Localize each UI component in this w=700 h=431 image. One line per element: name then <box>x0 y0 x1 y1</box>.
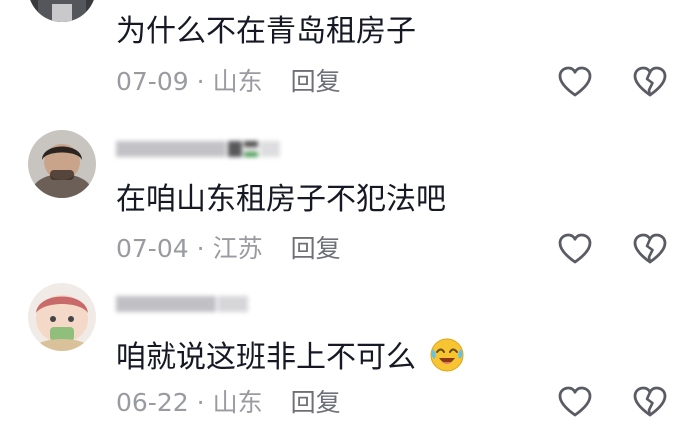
avatar[interactable] <box>28 0 96 22</box>
comment-item: 为什么不在青岛租房子 07-09 · 山东 回复 <box>0 0 700 110</box>
comment-meta: 07-09 · 山东 回复 <box>116 66 341 98</box>
comment-meta: 07-04 · 江苏 回复 <box>116 233 341 265</box>
like-button[interactable] <box>555 382 595 422</box>
comment-text: 咱就说这班非上不可么 <box>116 335 466 378</box>
meta-separator: · <box>196 67 205 96</box>
meta-separator: · <box>196 388 205 417</box>
dislike-button[interactable] <box>630 229 670 269</box>
comment-item: 在咱山东租房子不犯法吧 07-04 · 江苏 回复 <box>0 120 700 270</box>
avatar[interactable] <box>28 130 96 198</box>
like-button[interactable] <box>555 229 595 269</box>
comment-location: 山东 <box>212 67 263 96</box>
username-blurred[interactable] <box>116 293 252 315</box>
like-button[interactable] <box>555 62 595 102</box>
comment-date: 06-22 <box>116 388 189 417</box>
comment-date: 07-09 <box>116 67 189 96</box>
meta-separator: · <box>196 234 205 263</box>
dislike-button[interactable] <box>630 382 670 422</box>
comment-meta: 06-22 · 山东 回复 <box>116 387 341 419</box>
comment-text: 在咱山东租房子不犯法吧 <box>116 182 446 217</box>
heart-outline-icon <box>558 386 592 417</box>
dislike-button[interactable] <box>630 62 670 102</box>
avatar[interactable] <box>28 283 96 351</box>
comment-date: 07-04 <box>116 234 189 263</box>
comment-location: 山东 <box>212 388 263 417</box>
comment-text: 为什么不在青岛租房子 <box>116 14 416 49</box>
reply-button[interactable]: 回复 <box>291 388 341 417</box>
heart-outline-icon <box>558 233 592 264</box>
heart-outline-icon <box>558 66 592 97</box>
crying-laughing-face-icon <box>430 338 464 372</box>
comment-item: 咱就说这班非上不可么 06-22 · 山东 回复 <box>0 275 700 431</box>
comment-text-content: 咱就说这班非上不可么 <box>116 340 416 375</box>
username-blurred[interactable] <box>116 138 292 160</box>
broken-heart-icon <box>633 386 667 417</box>
broken-heart-icon <box>633 66 667 97</box>
reply-button[interactable]: 回复 <box>291 67 341 96</box>
reply-button[interactable]: 回复 <box>291 234 341 263</box>
broken-heart-icon <box>633 233 667 264</box>
comment-location: 江苏 <box>212 234 263 263</box>
